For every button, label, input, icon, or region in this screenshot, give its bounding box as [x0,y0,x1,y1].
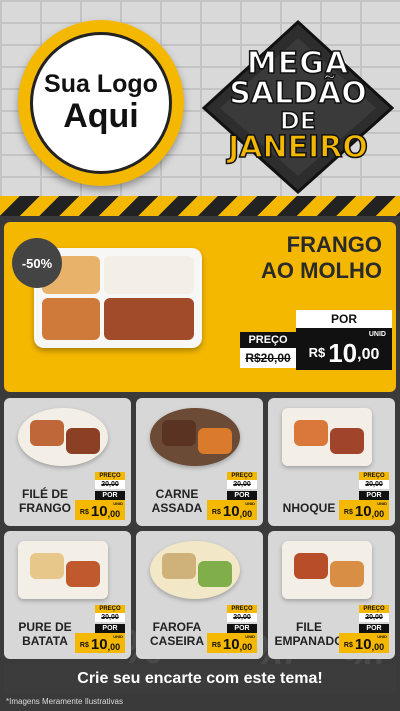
product-image [282,541,372,599]
hazard-stripe-divider [0,196,400,216]
old-price-label: PREÇO [240,332,296,348]
product-image [150,541,240,599]
sale-badge-text: MEGA SALDÃO DE JANEIRO [200,18,396,194]
product-card[interactable]: CARNE ASSADA PREÇO 20,00 POR R$ 10,00 UNID [136,398,263,526]
featured-product-title: FRANGO AO MOLHO [212,232,382,285]
product-price-tag: PREÇO 20,00 POR R$ 10,00 UNID [75,605,125,653]
price-unit: UNID [368,331,386,338]
product-name: FILE EMPANADO [274,620,344,649]
old-price-value: R$20,00 [240,348,296,368]
new-price-value: R$ 10 ,00 UNID [296,328,392,370]
featured-new-price-tag: POR R$ 10 ,00 UNID [296,310,392,370]
logo-text-line2: Aqui [63,97,139,136]
featured-title-line1: FRANGO [286,232,382,257]
por-label: POR [296,310,392,328]
product-image [18,541,108,599]
product-card[interactable]: FILE EMPANADO PREÇO 20,00 POR R$ 10,00 UNID [268,531,395,659]
product-image [18,408,108,466]
product-name: FILÉ DE FRANGO [19,487,71,516]
featured-old-price-tag: PREÇO R$20,00 [240,332,296,368]
product-card[interactable]: FAROFA CASEIRA PREÇO 20,00 POR R$ 10,00 UNI… [136,531,263,659]
product-image [282,408,372,466]
product-price-tag: PREÇO 20,00 POR R$ 10,00 UNID [207,605,257,653]
product-card[interactable]: PURE DE BATATA PREÇO 20,00 POR R$ 10,00 UNI… [4,531,131,659]
sale-line-saldao: SALDÃO [228,76,367,111]
product-name: PURE DE BATATA [18,620,72,649]
product-price-tag: PREÇO 20,00 POR R$ 10,00 UNID [339,472,389,520]
product-image [150,408,240,466]
discount-badge: -50% [12,238,62,288]
product-name: NHOQUE [282,501,336,516]
product-card[interactable]: FILÉ DE FRANGO PREÇO 20,00 POR R$ 10,00 UNI… [4,398,131,526]
logo-placeholder[interactable]: Sua Logo Aqui [18,20,184,186]
sale-line-mega: MEGA [246,46,350,81]
product-price-tag: PREÇO 20,00 POR R$ 10,00 UNID [339,605,389,653]
product-card[interactable]: NHOQUE PREÇO 20,00 POR R$ 10,00 UNID [268,398,395,526]
sale-line-janeiro: JANEIRO [227,130,368,165]
create-flyer-cta-button[interactable]: Crie seu encarte com este tema! [4,664,396,694]
price-integer: 10 [328,338,358,368]
logo-text-line1: Sua Logo [44,69,158,98]
product-price-tag: PREÇO 20,00 POR R$ 10,00 UNID [75,472,125,520]
featured-product-panel[interactable]: -50% FRANGO AO MOLHO PREÇO R$20,00 POR R… [4,222,396,392]
price-currency: R$ [308,345,326,360]
logo-inner-circle: Sua Logo Aqui [30,32,172,174]
product-name: FAROFA CASEIRA [149,620,204,649]
product-price-tag: PREÇO 20,00 POR R$ 10,00 UNID [207,472,257,520]
price-decimal: ,00 [357,346,380,363]
product-name: CARNE ASSADA [151,487,203,516]
footer-disclaimer: *Imagens Meramente Ilustrativas [6,697,123,706]
featured-title-line2: AO MOLHO [261,258,382,284]
sale-badge: MEGA SALDÃO DE JANEIRO [200,18,396,194]
